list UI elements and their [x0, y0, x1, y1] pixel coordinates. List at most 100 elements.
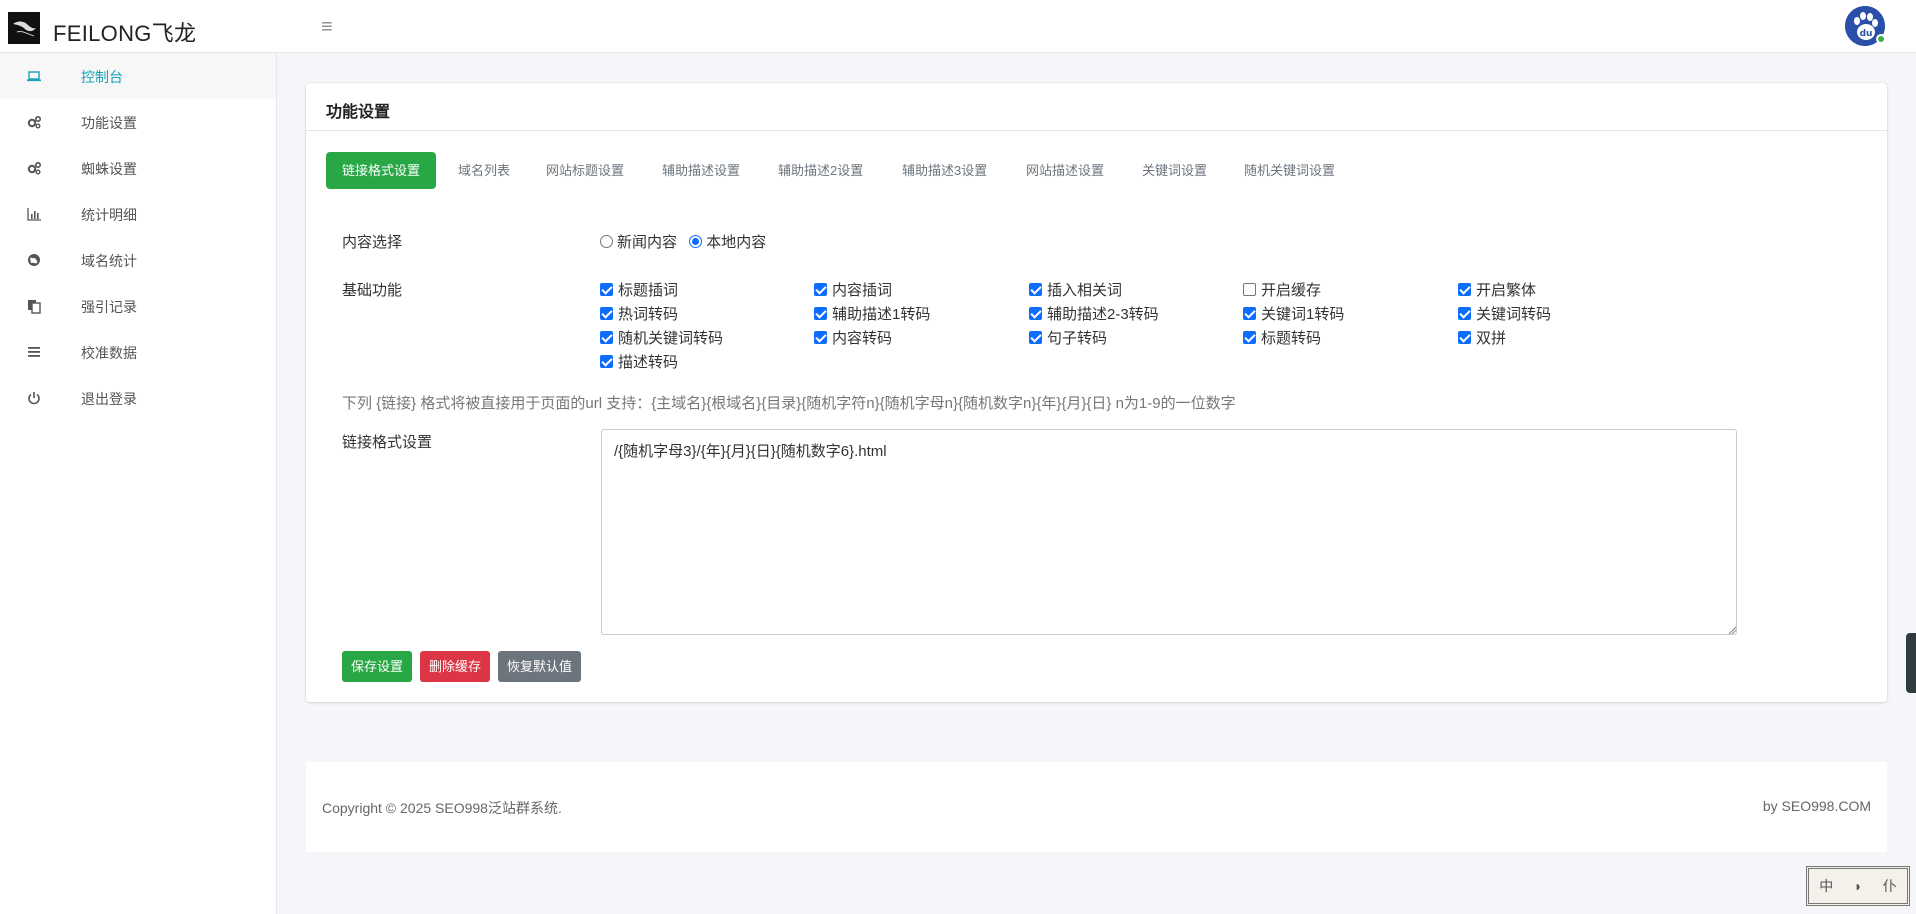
delete-cache-button[interactable]: 删除缓存: [420, 651, 491, 682]
checkbox-label: 双拼: [1476, 330, 1507, 347]
checkbox-icon: [1458, 331, 1471, 344]
sidebar-item-domain-stats[interactable]: 域名统计: [0, 237, 276, 283]
tab-domain-list[interactable]: 域名列表: [458, 152, 510, 189]
checkbox-icon: [600, 283, 613, 296]
checkbox-icon: [600, 355, 613, 368]
checkbox-enable-cache[interactable]: 开启缓存: [1243, 279, 1321, 300]
save-settings-button[interactable]: 保存设置: [342, 651, 413, 682]
checkbox-title-encode[interactable]: 标题转码: [1243, 327, 1321, 348]
footer: Copyright © 2025 SEO998泛站群系统. by SEO998.…: [306, 762, 1887, 852]
checkbox-insert-related[interactable]: 插入相关词: [1029, 279, 1122, 300]
checkbox-title-insert[interactable]: 标题插词: [600, 279, 678, 300]
link-format-label: 链接格式设置: [342, 434, 433, 451]
gears-icon: [26, 114, 42, 130]
sidebar-item-referral-log[interactable]: 强引记录: [0, 283, 276, 329]
watermark-stamp-icon: 中 ◗ 仆: [1806, 866, 1910, 906]
checkbox-label: 随机关键词转码: [618, 330, 724, 347]
settings-card: 功能设置 链接格式设置 域名列表 网站标题设置 辅助描述设置 辅助描述2设置 辅…: [306, 83, 1887, 702]
side-panel-toggle[interactable]: [1906, 633, 1916, 693]
checkbox-label: 内容转码: [832, 330, 893, 347]
checkbox-icon: [1243, 307, 1256, 320]
checkbox-icon: [600, 331, 613, 344]
tab-random-keywords[interactable]: 随机关键词设置: [1244, 152, 1335, 189]
checkbox-label: 句子转码: [1047, 330, 1108, 347]
checkbox-icon: [1029, 307, 1042, 320]
checkbox-label: 内容插词: [832, 282, 893, 299]
tab-site-title[interactable]: 网站标题设置: [546, 152, 624, 189]
sidebar: 控制台 功能设置 蜘蛛设置 统计明细 域名统计 强引记录 校准数据 退出登录: [0, 53, 277, 914]
tab-aux-desc-3[interactable]: 辅助描述3设置: [902, 152, 987, 189]
checkbox-icon: [814, 283, 827, 296]
sidebar-item-statistics[interactable]: 统计明细: [0, 191, 276, 237]
card-title: 功能设置: [326, 104, 391, 121]
checkbox-label: 关键词1转码: [1261, 306, 1345, 323]
resize-grip-icon[interactable]: [1728, 626, 1736, 634]
checkbox-content-encode[interactable]: 内容转码: [814, 327, 892, 348]
checkbox-label: 描述转码: [618, 354, 679, 371]
checkbox-icon: [1458, 283, 1471, 296]
menu-toggle-icon[interactable]: ≡: [321, 16, 333, 39]
sidebar-item-label: 功能设置: [81, 115, 137, 131]
checkbox-label: 关键词转码: [1476, 306, 1552, 323]
checkbox-label: 开启繁体: [1476, 282, 1537, 299]
tab-link-format[interactable]: 链接格式设置: [326, 152, 437, 189]
checkbox-icon: [1458, 307, 1471, 320]
link-format-textarea[interactable]: /{随机字母3}/{年}{月}{日}{随机数字6}.html: [601, 429, 1737, 635]
tab-keywords[interactable]: 关键词设置: [1142, 152, 1207, 189]
checkbox-sentence-encode[interactable]: 句子转码: [1029, 327, 1107, 348]
sidebar-item-label: 域名统计: [81, 253, 137, 269]
sidebar-item-label: 强引记录: [81, 299, 137, 315]
sidebar-item-logout[interactable]: 退出登录: [0, 375, 276, 421]
globe-icon: [26, 252, 42, 268]
tab-aux-desc-2[interactable]: 辅助描述2设置: [778, 152, 863, 189]
copy-icon: [26, 298, 42, 314]
sidebar-item-label: 蜘蛛设置: [81, 161, 137, 177]
checkbox-random-keyword-encode[interactable]: 随机关键词转码: [600, 327, 723, 348]
sidebar-item-label: 退出登录: [81, 391, 137, 407]
radio-label: 新闻内容: [617, 234, 678, 251]
content-select-label: 内容选择: [342, 234, 403, 251]
laptop-icon: [26, 68, 42, 84]
reset-defaults-button[interactable]: 恢复默认值: [498, 651, 582, 682]
power-icon: [26, 390, 42, 406]
checkbox-label: 辅助描述2-3转码: [1047, 306, 1159, 323]
checkbox-label: 开启缓存: [1261, 282, 1322, 299]
checkbox-enable-traditional[interactable]: 开启繁体: [1458, 279, 1536, 300]
checkbox-icon: [1243, 283, 1256, 296]
radio-circle-icon: [600, 235, 613, 248]
checkbox-icon: [1243, 331, 1256, 344]
checkbox-label: 标题插词: [618, 282, 679, 299]
checkbox-double-pinyin[interactable]: 双拼: [1458, 327, 1506, 348]
sidebar-item-function-settings[interactable]: 功能设置: [0, 99, 276, 145]
checkbox-content-insert[interactable]: 内容插词: [814, 279, 892, 300]
radio-circle-icon: [689, 235, 703, 248]
link-format-hint: 下列 {链接} 格式将被直接用于页面的url 支持：{主域名}{根域名}{目录}…: [342, 395, 1236, 412]
checkbox-icon: [1029, 331, 1042, 344]
tab-site-desc[interactable]: 网站描述设置: [1026, 152, 1104, 189]
basic-functions-label: 基础功能: [342, 282, 403, 299]
checkbox-icon: [1029, 283, 1042, 296]
logo-icon: [8, 12, 40, 44]
basic-functions-checkboxes: 标题插词 内容插词 插入相关词 开启缓存 开启繁体 热词转码 辅助描述1转码 辅…: [600, 279, 1600, 379]
top-header: FEILONG飞龙 ≡ du: [0, 0, 1916, 53]
checkbox-desc-encode[interactable]: 描述转码: [600, 351, 678, 372]
checkbox-aux-desc23-encode[interactable]: 辅助描述2-3转码: [1029, 303, 1159, 324]
footer-byline[interactable]: by SEO998.COM: [1763, 798, 1871, 814]
brand-name: FEILONG飞龙: [53, 21, 197, 46]
tab-aux-desc[interactable]: 辅助描述设置: [662, 152, 740, 189]
checkbox-icon: [814, 307, 827, 320]
checkbox-hotword-encode[interactable]: 热词转码: [600, 303, 678, 324]
sidebar-item-spider-settings[interactable]: 蜘蛛设置: [0, 145, 276, 191]
checkbox-label: 热词转码: [618, 306, 679, 323]
checkbox-keyword1-encode[interactable]: 关键词1转码: [1243, 303, 1344, 324]
online-status-icon: [1876, 34, 1886, 44]
sidebar-item-calibrate-data[interactable]: 校准数据: [0, 329, 276, 375]
bar-chart-icon: [26, 206, 42, 222]
checkbox-aux-desc1-encode[interactable]: 辅助描述1转码: [814, 303, 930, 324]
content-select-radio-group: 新闻内容 本地内容: [600, 231, 774, 252]
radio-local-content[interactable]: 本地内容: [689, 231, 766, 252]
checkbox-keyword-encode[interactable]: 关键词转码: [1458, 303, 1551, 324]
sidebar-item-label: 控制台: [81, 69, 123, 85]
sidebar-item-dashboard[interactable]: 控制台: [0, 53, 276, 99]
radio-news-content[interactable]: 新闻内容: [600, 231, 677, 252]
